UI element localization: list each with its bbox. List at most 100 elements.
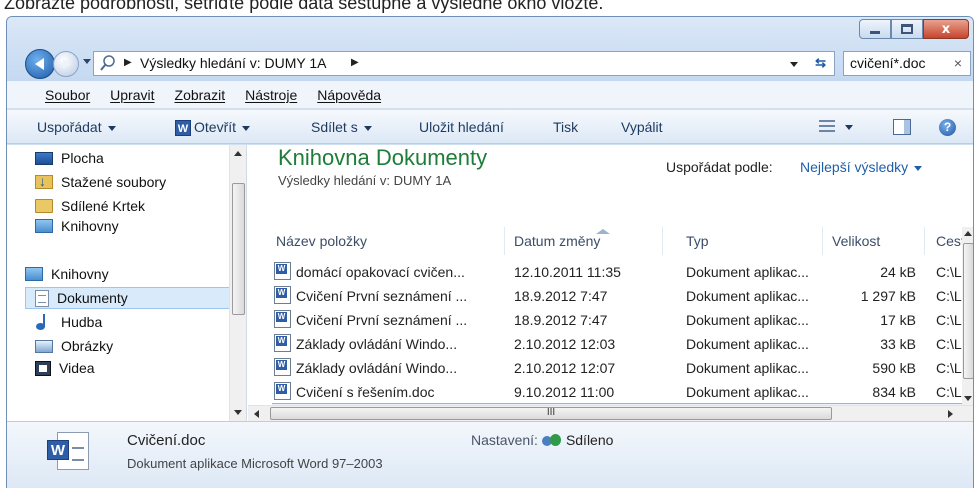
table-row[interactable]: W Cvičení s řešením.doc 9.10.2012 11:00 …	[272, 381, 962, 403]
back-button[interactable]	[25, 49, 55, 79]
column-header-row: Název položky Datum změny Typ Velikost C…	[272, 227, 965, 255]
maximize-button[interactable]	[891, 19, 923, 39]
scroll-down-icon[interactable]	[234, 410, 242, 415]
clear-search-icon[interactable]: ×	[954, 55, 962, 71]
nav-item-label: Dokumenty	[57, 290, 128, 306]
menu-upravit[interactable]: Upravit	[110, 87, 154, 103]
file-list-horizontal-scrollbar[interactable]: III	[248, 405, 973, 421]
menu-napoveda[interactable]: Nápověda	[317, 87, 381, 103]
table-row[interactable]: W domácí opakovací cvičen... 12.10.2011 …	[272, 261, 962, 283]
refresh-icon[interactable]: ⇆	[815, 55, 826, 71]
chevron-down-icon	[107, 125, 116, 131]
nav-item-knihovny-favorite[interactable]: Knihovny	[35, 215, 119, 237]
breadcrumb-chevron-icon[interactable]: ▶	[351, 57, 359, 68]
sharing-label: Nastavení:	[471, 432, 538, 448]
change-view-icon[interactable]	[819, 120, 835, 132]
menu-zobrazit[interactable]: Zobrazit	[175, 87, 226, 103]
cell-size: 33 kB	[880, 336, 916, 352]
table-row[interactable]: W Cvičení První seznámení ... 18.9.2012 …	[272, 285, 962, 307]
column-header-type[interactable]: Typ	[686, 233, 709, 255]
organize-button[interactable]: Uspořádat	[37, 119, 116, 135]
pictures-icon	[35, 339, 53, 353]
documents-icon	[35, 289, 49, 307]
save-search-button[interactable]: Uložit hledání	[419, 119, 504, 135]
menu-bar: Soubor Upravit Zobrazit Nástroje Nápověd…	[7, 81, 973, 109]
nav-item-hudba[interactable]: Hudba	[35, 311, 102, 333]
view-options-dropdown[interactable]	[845, 125, 853, 130]
nav-item-stazene-soubory[interactable]: Stažené soubory	[35, 171, 166, 193]
scroll-thumb[interactable]: III	[270, 407, 832, 420]
scroll-up-icon[interactable]	[234, 151, 242, 156]
organize-label: Uspořádat	[37, 119, 102, 135]
cell-size: 1 297 kB	[860, 288, 916, 304]
scroll-thumb[interactable]	[232, 183, 245, 315]
print-button[interactable]: Tisk	[553, 119, 578, 135]
preview-pane-icon[interactable]	[893, 119, 911, 135]
nav-item-videa[interactable]: Videa	[35, 357, 95, 379]
scroll-up-icon[interactable]	[964, 231, 972, 236]
word-document-icon: W	[274, 310, 291, 328]
back-arrow-icon	[34, 58, 44, 70]
nav-item-label: Knihovny	[51, 266, 109, 282]
address-path[interactable]: Výsledky hledání v: DUMY 1A	[140, 55, 327, 71]
column-divider[interactable]	[662, 227, 663, 255]
cell-type: Dokument aplikac...	[686, 336, 809, 352]
sort-ascending-icon	[596, 229, 610, 234]
nav-item-label: Obrázky	[61, 338, 114, 354]
explorer-window: x ▶ Výsledky hledání v: DUMY 1A ▶ ⇆ cvič…	[6, 16, 974, 488]
chevron-down-icon	[363, 125, 372, 131]
search-query[interactable]: cvičení*.doc	[850, 55, 925, 71]
navigation-scrollbar[interactable]	[229, 145, 246, 421]
address-history-dropdown[interactable]	[790, 62, 798, 67]
nav-item-label: Stažené soubory	[61, 174, 167, 190]
table-row[interactable]: W Základy ovládání Windo... 2.10.2012 12…	[272, 357, 962, 379]
sharing-info: Nastavení: Sdíleno	[471, 432, 613, 448]
breadcrumb-separator-icon[interactable]: ▶	[124, 57, 132, 68]
column-header-size[interactable]: Velikost	[832, 233, 880, 255]
library-title: Knihovna Dokumenty	[278, 145, 488, 170]
column-header-path[interactable]: Cest	[936, 233, 965, 255]
nav-item-sdilene-krtek[interactable]: Sdílené Krtek	[35, 195, 145, 217]
search-box[interactable]: cvičení*.doc ×	[843, 51, 971, 76]
share-with-button[interactable]: Sdílet s	[311, 119, 372, 135]
arrange-by-dropdown[interactable]: Nejlepší výsledky	[800, 159, 923, 175]
file-list-vertical-scrollbar[interactable]	[962, 227, 973, 405]
menu-nastroje[interactable]: Nástroje	[245, 87, 297, 103]
scroll-thumb[interactable]	[963, 243, 973, 379]
nav-item-dokumenty[interactable]: Dokumenty	[25, 287, 231, 309]
nav-item-label: Hudba	[61, 314, 103, 330]
burn-button[interactable]: Vypálit	[621, 119, 663, 135]
close-icon: x	[941, 21, 951, 37]
table-row[interactable]: W Cvičení První seznámení ... 18.9.2012 …	[272, 309, 962, 331]
cell-path: C:\L	[936, 264, 962, 280]
word-document-large-icon: W	[47, 432, 89, 470]
address-bar[interactable]: ▶ Výsledky hledání v: DUMY 1A ▶ ⇆	[93, 51, 835, 76]
recent-pages-dropdown[interactable]	[83, 59, 91, 64]
open-button[interactable]: W Otevřít	[175, 119, 251, 137]
menu-soubor[interactable]: Soubor	[45, 87, 90, 103]
search-location-icon	[100, 55, 115, 71]
cell-name: Základy ovládání Windo...	[296, 360, 458, 376]
forward-button[interactable]	[53, 51, 79, 77]
burn-label: Vypálit	[621, 119, 663, 135]
minimize-button[interactable]	[859, 19, 891, 39]
nav-item-obrazky[interactable]: Obrázky	[35, 335, 113, 357]
library-icon	[25, 267, 43, 281]
scroll-left-icon[interactable]	[254, 410, 259, 418]
cell-type: Dokument aplikac...	[686, 288, 809, 304]
table-row[interactable]: W Základy ovládání Windo... 2.10.2012 12…	[272, 333, 962, 355]
column-divider[interactable]	[504, 227, 505, 255]
help-icon[interactable]: ?	[939, 119, 956, 136]
column-divider[interactable]	[924, 227, 925, 255]
nav-item-knihovny[interactable]: Knihovny	[25, 263, 109, 285]
column-divider[interactable]	[822, 227, 823, 255]
nav-item-plocha[interactable]: Plocha	[35, 147, 104, 169]
close-button[interactable]: x	[923, 19, 969, 39]
video-icon	[35, 360, 51, 376]
cell-path: C:\L	[936, 360, 962, 376]
navigation-pane: Plocha Stažené soubory Sdílené Krtek Kni…	[7, 145, 247, 421]
column-header-date[interactable]: Datum změny	[514, 229, 610, 255]
scroll-right-icon[interactable]	[948, 410, 953, 418]
scroll-down-icon[interactable]	[964, 396, 972, 401]
column-header-name[interactable]: Název položky	[276, 233, 367, 255]
